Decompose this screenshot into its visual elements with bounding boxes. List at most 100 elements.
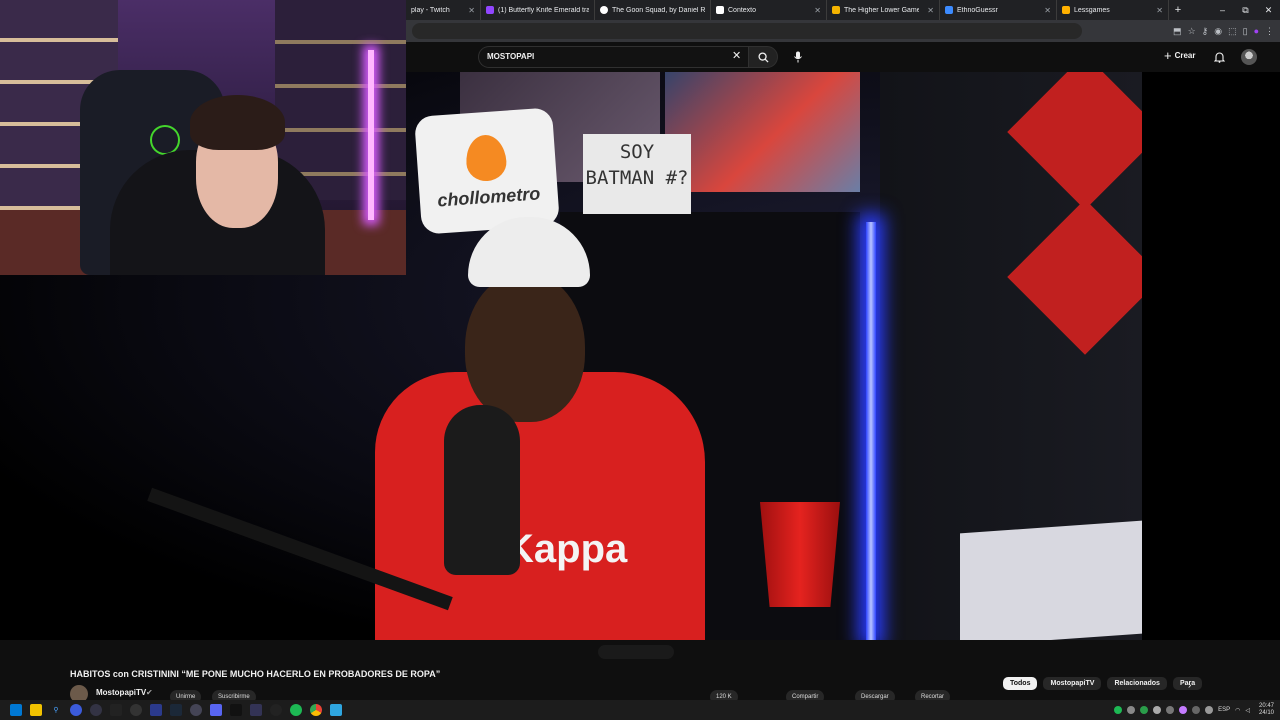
close-icon[interactable]: ✕ bbox=[814, 6, 821, 15]
app-icon[interactable] bbox=[70, 704, 82, 716]
player-controls-hint[interactable] bbox=[598, 645, 674, 659]
tray-icon[interactable] bbox=[1166, 706, 1175, 714]
wifi-icon[interactable]: ◠ bbox=[1235, 707, 1240, 714]
app-icon[interactable] bbox=[90, 704, 102, 716]
tray-icon[interactable] bbox=[1127, 706, 1136, 714]
chip-related[interactable]: Relacionados bbox=[1107, 677, 1167, 690]
install-icon[interactable]: ⬒ bbox=[1173, 26, 1182, 37]
search-button[interactable] bbox=[748, 46, 778, 68]
close-icon[interactable]: ✕ bbox=[927, 6, 934, 15]
bell-icon bbox=[1213, 52, 1226, 63]
close-icon[interactable]: ✕ bbox=[468, 6, 475, 15]
app-icon[interactable] bbox=[150, 704, 162, 716]
flame-icon bbox=[464, 133, 508, 182]
steam-icon[interactable] bbox=[170, 704, 182, 716]
clock-time: 20:47 bbox=[1258, 703, 1274, 709]
verified-icon: ✔ bbox=[146, 688, 153, 697]
clear-search-icon[interactable]: ✕ bbox=[732, 49, 741, 62]
spotify-icon[interactable] bbox=[290, 704, 302, 716]
search-icon[interactable]: ⚲ bbox=[50, 704, 62, 716]
volume-icon[interactable]: ◁ bbox=[1245, 707, 1250, 714]
language-indicator[interactable]: ESP bbox=[1218, 707, 1230, 713]
browser-tab[interactable]: (1) Butterfly Knife Emerald tra bbox=[481, 0, 595, 20]
clock-date: 24/10 bbox=[1258, 710, 1274, 716]
account-avatar[interactable] bbox=[1241, 49, 1257, 65]
tab-label: Contexto bbox=[728, 6, 757, 14]
screen: chollometro SOY BATMAN #? Kappa play - T… bbox=[0, 0, 1280, 720]
search-icon bbox=[757, 51, 769, 63]
browser-tab[interactable]: EthnoGuessr ✕ bbox=[940, 0, 1057, 20]
windows-start-icon[interactable] bbox=[10, 704, 22, 716]
site-icon bbox=[600, 6, 608, 14]
browser-tab[interactable]: The Higher Lower Game ✕ bbox=[827, 0, 940, 20]
video-right-edge bbox=[1142, 72, 1280, 640]
search-input[interactable]: MOSTOPAPI bbox=[478, 46, 748, 68]
tray-icon[interactable] bbox=[1114, 706, 1123, 714]
sticky-notes-icon[interactable] bbox=[30, 704, 42, 716]
tray-icon[interactable] bbox=[1153, 706, 1162, 714]
bookmark-icon[interactable]: ▯ bbox=[1243, 26, 1248, 37]
key-icon[interactable]: ⚷ bbox=[1202, 26, 1209, 37]
close-window-button[interactable]: ✕ bbox=[1257, 0, 1280, 20]
tray-icon[interactable] bbox=[1192, 706, 1201, 714]
discord-icon[interactable] bbox=[210, 704, 222, 716]
create-button[interactable]: + Crear bbox=[1164, 49, 1196, 62]
bookmark-star-icon[interactable]: ☆ bbox=[1188, 26, 1196, 37]
app-icon[interactable] bbox=[130, 704, 142, 716]
tab-label: The Higher Lower Game bbox=[844, 6, 920, 14]
app-icon[interactable] bbox=[250, 704, 262, 716]
chip-channel[interactable]: MostopapiTV bbox=[1043, 677, 1102, 690]
windows-taskbar: ⚲ ESP ◠ ◁ 20:47 24/10 bbox=[0, 700, 1280, 720]
maximize-button[interactable]: ⧉ bbox=[1234, 0, 1257, 20]
clock[interactable]: 20:47 24/10 bbox=[1259, 703, 1274, 717]
related-chips: Todos MostopapiTV Relacionados Para bbox=[1003, 677, 1203, 690]
person-head bbox=[465, 272, 585, 422]
create-label: Crear bbox=[1174, 51, 1196, 60]
url-field[interactable] bbox=[412, 23, 1082, 39]
channel-name[interactable]: MostopapiTV bbox=[96, 688, 146, 697]
video-title: HABITOS con CRISTININI “ME PONE MUCHO HA… bbox=[70, 669, 441, 679]
ethnoguessr-icon bbox=[945, 6, 953, 14]
streamer-hair bbox=[190, 95, 285, 150]
minimize-button[interactable]: – bbox=[1211, 0, 1234, 20]
address-bar: ⬒ ☆ ⚷ ◉ ⬚ ▯ ● ⋮ bbox=[406, 20, 1280, 42]
tray-icon[interactable] bbox=[1140, 706, 1149, 714]
browser-tab[interactable]: Lessgames ✕ bbox=[1057, 0, 1169, 20]
app-icon[interactable] bbox=[270, 704, 282, 716]
system-tray: ESP ◠ ◁ 20:47 24/10 bbox=[1114, 700, 1274, 720]
chevron-right-icon[interactable]: › bbox=[1188, 680, 1191, 691]
extensions-area: ⬒ ☆ ⚷ ◉ ⬚ ▯ ● ⋮ bbox=[1173, 26, 1274, 37]
plus-icon: + bbox=[1164, 48, 1172, 63]
chip-todos[interactable]: Todos bbox=[1003, 677, 1038, 690]
app-icon[interactable] bbox=[190, 704, 202, 716]
close-icon[interactable]: ✕ bbox=[1044, 6, 1051, 15]
browser-tab[interactable]: The Goon Squad, by Daniel R bbox=[595, 0, 711, 20]
shirt-logo: Kappa bbox=[505, 527, 628, 571]
browser-tab[interactable]: Contexto ✕ bbox=[711, 0, 827, 20]
browser-tab[interactable]: play - Twitch ✕ bbox=[406, 0, 481, 20]
tab-label: Lessgames bbox=[1074, 6, 1110, 14]
notifications-button[interactable] bbox=[1213, 50, 1226, 68]
tab-label: The Goon Squad, by Daniel R bbox=[612, 6, 705, 14]
app-icon[interactable] bbox=[110, 704, 122, 716]
tray-icon[interactable] bbox=[1205, 706, 1214, 714]
white-panel bbox=[960, 520, 1142, 640]
menu-icon[interactable]: ⋮ bbox=[1265, 26, 1274, 37]
close-icon[interactable]: ✕ bbox=[1156, 6, 1163, 15]
contexto-icon bbox=[716, 6, 724, 14]
tray-icon[interactable] bbox=[1179, 706, 1188, 714]
puzzle-icon[interactable]: ⬚ bbox=[1228, 26, 1237, 37]
higher-lower-icon bbox=[832, 6, 840, 14]
new-tab-button[interactable]: + bbox=[1169, 4, 1187, 16]
tab-label: (1) Butterfly Knife Emerald tra bbox=[498, 6, 589, 14]
youtube-header: MOSTOPAPI ✕ + Crear bbox=[406, 42, 1280, 72]
voice-search-button[interactable] bbox=[789, 48, 807, 66]
profile-icon[interactable]: ● bbox=[1254, 26, 1259, 37]
app-icon[interactable] bbox=[330, 704, 342, 716]
tab-label: EthnoGuessr bbox=[957, 6, 998, 14]
extension-icon[interactable]: ◉ bbox=[1214, 26, 1222, 37]
chrome-icon[interactable] bbox=[310, 704, 322, 716]
streamer-webcam bbox=[0, 0, 406, 275]
pillow: chollometro bbox=[414, 107, 560, 235]
tiktok-icon[interactable] bbox=[230, 704, 242, 716]
